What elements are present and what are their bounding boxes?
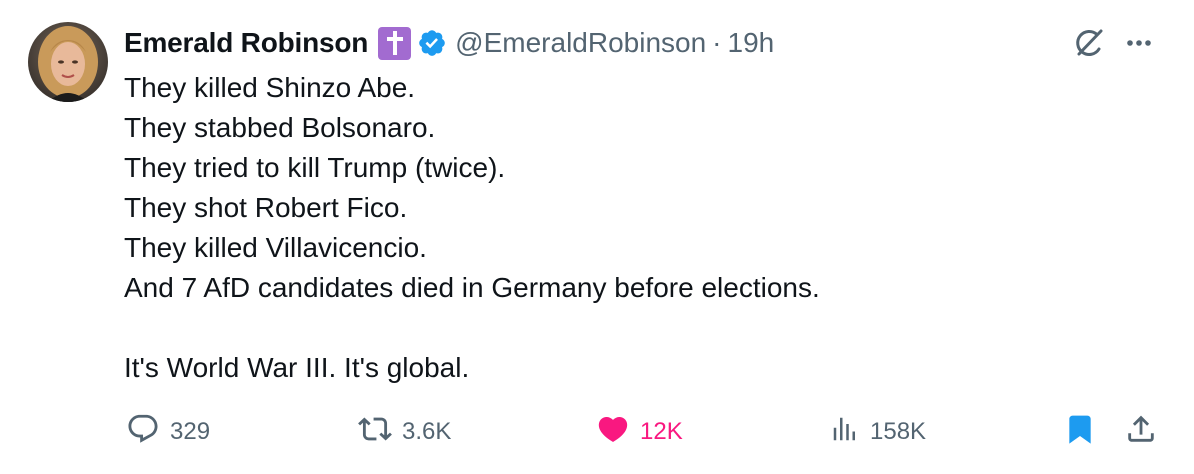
- display-name[interactable]: Emerald Robinson: [124, 27, 368, 59]
- avatar[interactable]: [28, 22, 108, 102]
- like-count: 12K: [640, 418, 683, 445]
- tweet-line: They stabbed Bolsonaro.: [124, 112, 436, 143]
- tweet-line: They shot Robert Fico.: [124, 192, 408, 223]
- latin-cross-icon: [378, 26, 412, 60]
- repost-count: 3.6K: [402, 418, 452, 445]
- grok-icon[interactable]: [1070, 26, 1106, 62]
- like-button[interactable]: 12K: [596, 410, 683, 454]
- reply-icon: [126, 412, 160, 453]
- share-button[interactable]: [1124, 410, 1158, 454]
- more-options-icon[interactable]: [1122, 30, 1156, 56]
- user-handle[interactable]: @EmeraldRobinson: [455, 27, 706, 59]
- tweet-line: They tried to kill Trump (twice).: [124, 152, 506, 183]
- share-icon: [1124, 412, 1158, 453]
- tweet-header: Emerald Robinson @EmeraldRobinson · 19h: [124, 22, 774, 64]
- verified-badge-icon[interactable]: [417, 28, 447, 58]
- repost-icon: [358, 412, 392, 453]
- timestamp[interactable]: 19h: [728, 27, 775, 59]
- bookmark-button[interactable]: [1064, 410, 1096, 454]
- views-chart-icon: [830, 414, 860, 451]
- tweet-line: It's World War III. It's global.: [124, 352, 470, 383]
- tweet-text: They killed Shinzo Abe. They stabbed Bol…: [124, 68, 1164, 388]
- repost-button[interactable]: 3.6K: [358, 410, 451, 454]
- heart-icon: [596, 412, 630, 453]
- views-count: 158K: [870, 418, 927, 445]
- bookmark-icon: [1064, 411, 1096, 454]
- tweet-line: They killed Shinzo Abe.: [124, 72, 416, 103]
- tweet-line: They killed Villavicencio.: [124, 232, 427, 263]
- action-bar: 329 3.6K 12K 158K: [0, 410, 1194, 454]
- tweet-line: And 7 AfD candidates died in Germany bef…: [124, 272, 820, 303]
- views-button[interactable]: 158K: [830, 410, 926, 454]
- reply-count: 329: [170, 418, 211, 445]
- reply-button[interactable]: 329: [126, 410, 210, 454]
- separator-dot: ·: [712, 27, 722, 58]
- tweet[interactable]: Emerald Robinson @EmeraldRobinson · 19h: [0, 0, 1194, 474]
